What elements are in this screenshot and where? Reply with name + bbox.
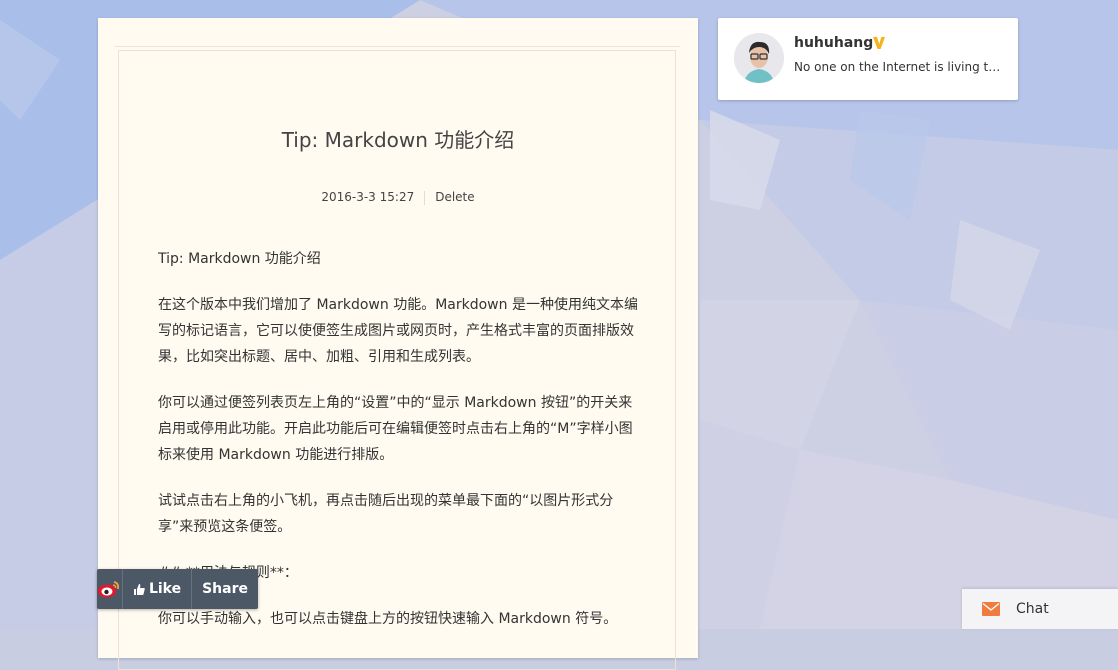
profile-bio: No one on the Internet is living the lif…: [794, 60, 1004, 74]
delete-link[interactable]: Delete: [435, 190, 474, 204]
paragraph: 你可以通过便签列表页左上角的“设置”中的“显示 Markdown 按钮”的开关来…: [158, 395, 633, 463]
post-date: 2016-3-3 15:27: [321, 190, 415, 204]
decorative-divider: [114, 46, 680, 47]
verified-v-icon: [873, 37, 885, 49]
share-button[interactable]: Share: [192, 581, 258, 597]
paragraph: 试试点击右上角的小飞机，再点击随后出现的菜单最下面的“以图片形式分享”来预览这条…: [158, 493, 614, 535]
paragraph: Tip: Markdown 功能介绍: [158, 251, 321, 267]
meta-separator: [424, 190, 426, 205]
paragraph: 在这个版本中我们增加了 Markdown 功能。Markdown 是一种使用纯文…: [158, 297, 638, 365]
weibo-icon: [98, 581, 120, 598]
username[interactable]: huhuhang: [794, 35, 873, 51]
article-card: Tip: Markdown 功能介绍 2016-3-3 15:27 Delete …: [98, 18, 698, 670]
thumbs-up-icon: [133, 583, 145, 595]
chat-button[interactable]: Chat: [962, 589, 1118, 629]
chat-label: Chat: [1016, 601, 1049, 617]
like-label: Like: [148, 581, 182, 597]
author-profile-card[interactable]: huhuhang No one on the Internet is livin…: [718, 18, 1018, 100]
page-title: Tip: Markdown 功能介绍: [281, 128, 515, 152]
mail-icon: [982, 602, 1000, 616]
paragraph: 你可以手动输入，也可以点击键盘上方的按钮快速输入 Markdown 符号。: [158, 611, 618, 627]
like-button[interactable]: Like: [123, 569, 193, 609]
share-toolbar: Like Share: [97, 569, 258, 609]
article-meta: 2016-3-3 15:27 Delete: [98, 190, 698, 205]
weibo-share-button[interactable]: [97, 569, 123, 609]
avatar-icon[interactable]: [734, 33, 784, 83]
